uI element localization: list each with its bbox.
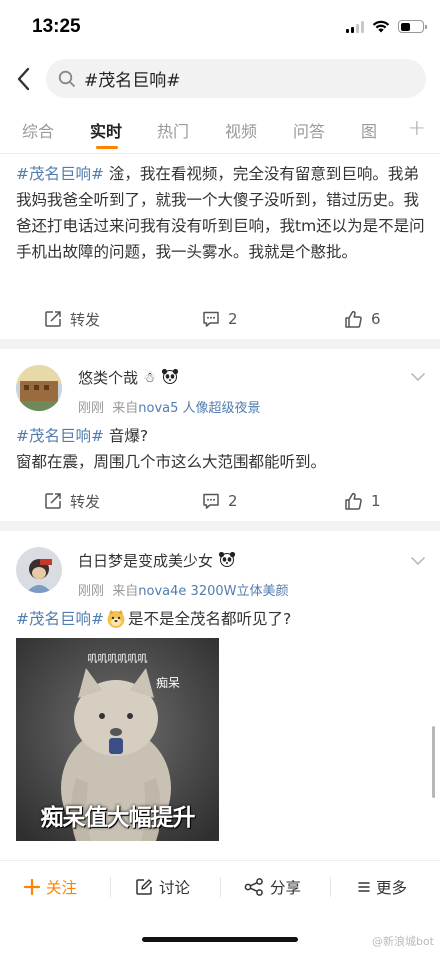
like-button[interactable]: 1 bbox=[344, 481, 381, 521]
username-text: 悠类个哉 bbox=[78, 369, 139, 387]
avatar[interactable] bbox=[16, 547, 62, 593]
post-meta: 刚刚 来自nova4e 3200W立体美颜 bbox=[78, 580, 289, 599]
divider bbox=[0, 339, 440, 349]
tab-hot[interactable]: 热门 bbox=[157, 118, 189, 142]
post-content: #茂名巨响# 是不是全茂名都听见了? bbox=[16, 606, 426, 632]
share-icon bbox=[244, 878, 263, 896]
tab-video[interactable]: 视频 bbox=[225, 118, 257, 142]
like-count: 6 bbox=[371, 310, 381, 328]
tab-bar: 综合 实时 热门 视频 问答 图 + bbox=[0, 106, 440, 154]
add-tab-button[interactable]: + bbox=[408, 116, 426, 141]
comment-count: 2 bbox=[228, 492, 238, 510]
more-label: 更多 bbox=[376, 879, 408, 897]
emoji-icon: ☃ bbox=[143, 369, 156, 386]
status-time: 13:25 bbox=[32, 16, 81, 37]
status-icons bbox=[346, 20, 427, 33]
search-input[interactable]: #茂名巨响# bbox=[46, 59, 426, 98]
post-actions: 转发 2 6 bbox=[0, 299, 440, 339]
post-card[interactable]: #茂名巨响# 淦，我在看视频，完全没有留意到巨响。我弟我妈我爸全听到了，就我一个… bbox=[0, 155, 440, 339]
tab-qa[interactable]: 问答 bbox=[293, 118, 325, 142]
topic-link[interactable]: #茂名巨响# bbox=[16, 165, 104, 183]
menu-icon bbox=[358, 882, 370, 892]
panda-icon bbox=[218, 551, 236, 571]
post-time: 刚刚 bbox=[78, 401, 105, 416]
post-body: 窗都在震，周围几个市这么大范围都能听到。 bbox=[16, 453, 327, 471]
follow-label: 关注 bbox=[46, 879, 78, 897]
tab-realtime[interactable]: 实时 bbox=[90, 118, 122, 142]
comment-button[interactable]: 2 bbox=[202, 481, 238, 521]
username[interactable]: 悠类个哉 ☃ bbox=[78, 367, 179, 388]
divider bbox=[0, 521, 440, 531]
battery-icon bbox=[398, 20, 427, 33]
divider bbox=[330, 877, 331, 897]
comment-icon bbox=[203, 493, 219, 509]
like-button[interactable]: 6 bbox=[344, 299, 381, 339]
username[interactable]: 白日梦是变成美少女 bbox=[78, 550, 236, 571]
repost-icon bbox=[45, 311, 61, 327]
edit-icon bbox=[136, 879, 152, 895]
post-source[interactable]: nova5 人像超级夜景 bbox=[138, 401, 260, 416]
comment-button[interactable]: 2 bbox=[202, 299, 238, 339]
discuss-label: 讨论 bbox=[159, 879, 191, 897]
tab-comprehensive[interactable]: 综合 bbox=[22, 118, 54, 142]
comment-count: 2 bbox=[228, 310, 238, 328]
tab-images[interactable]: 图 bbox=[361, 118, 377, 142]
status-bar: 13:25 bbox=[0, 0, 440, 54]
avatar[interactable] bbox=[16, 365, 62, 411]
cellular-signal-icon bbox=[346, 20, 364, 33]
search-icon bbox=[58, 70, 76, 88]
repost-label: 转发 bbox=[70, 492, 101, 511]
search-query: #茂名巨响# bbox=[84, 71, 181, 91]
repost-icon bbox=[45, 493, 61, 509]
wifi-icon bbox=[372, 20, 390, 33]
post-time: 刚刚 bbox=[78, 584, 105, 599]
repost-label: 转发 bbox=[70, 310, 101, 329]
meme-top-text: 叽叽叽叽叽叽 bbox=[87, 654, 148, 665]
meme-tag-text: 痴呆 bbox=[156, 676, 181, 690]
plus-icon bbox=[24, 879, 40, 895]
search-header: #茂名巨响# bbox=[0, 56, 440, 102]
share-label: 分享 bbox=[270, 879, 302, 897]
watermark: @新浪城bot bbox=[371, 935, 434, 948]
like-count: 1 bbox=[371, 492, 381, 510]
bottom-action-bar: 关注 讨论 分享 更多 bbox=[0, 860, 440, 912]
post-source[interactable]: nova4e 3200W立体美颜 bbox=[138, 584, 288, 599]
post-body: 是不是全茂名都听见了? bbox=[127, 610, 292, 628]
thumbs-up-icon bbox=[345, 492, 362, 510]
divider bbox=[220, 877, 221, 897]
panda-icon bbox=[161, 368, 179, 388]
post-card[interactable]: 悠类个哉 ☃ 刚刚 来自nova5 人像超级夜景 #茂名巨响# 音爆? 窗都在震… bbox=[0, 349, 440, 521]
scrollbar[interactable] bbox=[432, 726, 435, 798]
active-tab-indicator bbox=[96, 146, 118, 149]
post-meta: 刚刚 来自nova5 人像超级夜景 bbox=[78, 397, 261, 416]
source-prefix: 来自 bbox=[112, 401, 139, 416]
chevron-down-icon[interactable] bbox=[410, 551, 426, 570]
post-card[interactable]: 白日梦是变成美少女 刚刚 来自nova4e 3200W立体美颜 #茂名巨响# 是… bbox=[0, 531, 440, 860]
username-text: 白日梦是变成美少女 bbox=[78, 552, 214, 570]
post-content: #茂名巨响# 音爆? 窗都在震，周围几个市这么大范围都能听到。 bbox=[16, 423, 426, 475]
divider bbox=[110, 877, 111, 897]
home-indicator[interactable] bbox=[142, 937, 298, 942]
post-content: #茂名巨响# 淦，我在看视频，完全没有留意到巨响。我弟我妈我爸全听到了，就我一个… bbox=[16, 161, 426, 265]
source-prefix: 来自 bbox=[112, 584, 139, 599]
share-button[interactable]: 分享 bbox=[244, 861, 301, 913]
thumbs-up-icon bbox=[345, 310, 362, 328]
discuss-button[interactable]: 讨论 bbox=[135, 861, 190, 913]
post-actions: 转发 2 1 bbox=[0, 481, 440, 521]
repost-button[interactable]: 转发 bbox=[44, 481, 100, 521]
follow-button[interactable]: 关注 bbox=[24, 861, 77, 913]
topic-link[interactable]: #茂名巨响# bbox=[16, 606, 104, 632]
comment-icon bbox=[203, 311, 219, 327]
repost-button[interactable]: 转发 bbox=[44, 299, 100, 339]
chevron-left-icon bbox=[17, 67, 30, 91]
meme-caption: 痴呆值大幅提升 bbox=[40, 805, 196, 831]
post-image[interactable]: 叽叽叽叽叽叽 痴呆 痴呆值大幅提升 bbox=[16, 638, 219, 841]
more-button[interactable]: 更多 bbox=[358, 861, 407, 913]
post-body: 音爆? bbox=[103, 427, 149, 445]
chevron-down-icon[interactable] bbox=[410, 367, 426, 386]
topic-link[interactable]: #茂名巨响# bbox=[16, 427, 104, 445]
back-button[interactable] bbox=[10, 64, 36, 94]
doge-emoji-icon bbox=[106, 609, 126, 629]
